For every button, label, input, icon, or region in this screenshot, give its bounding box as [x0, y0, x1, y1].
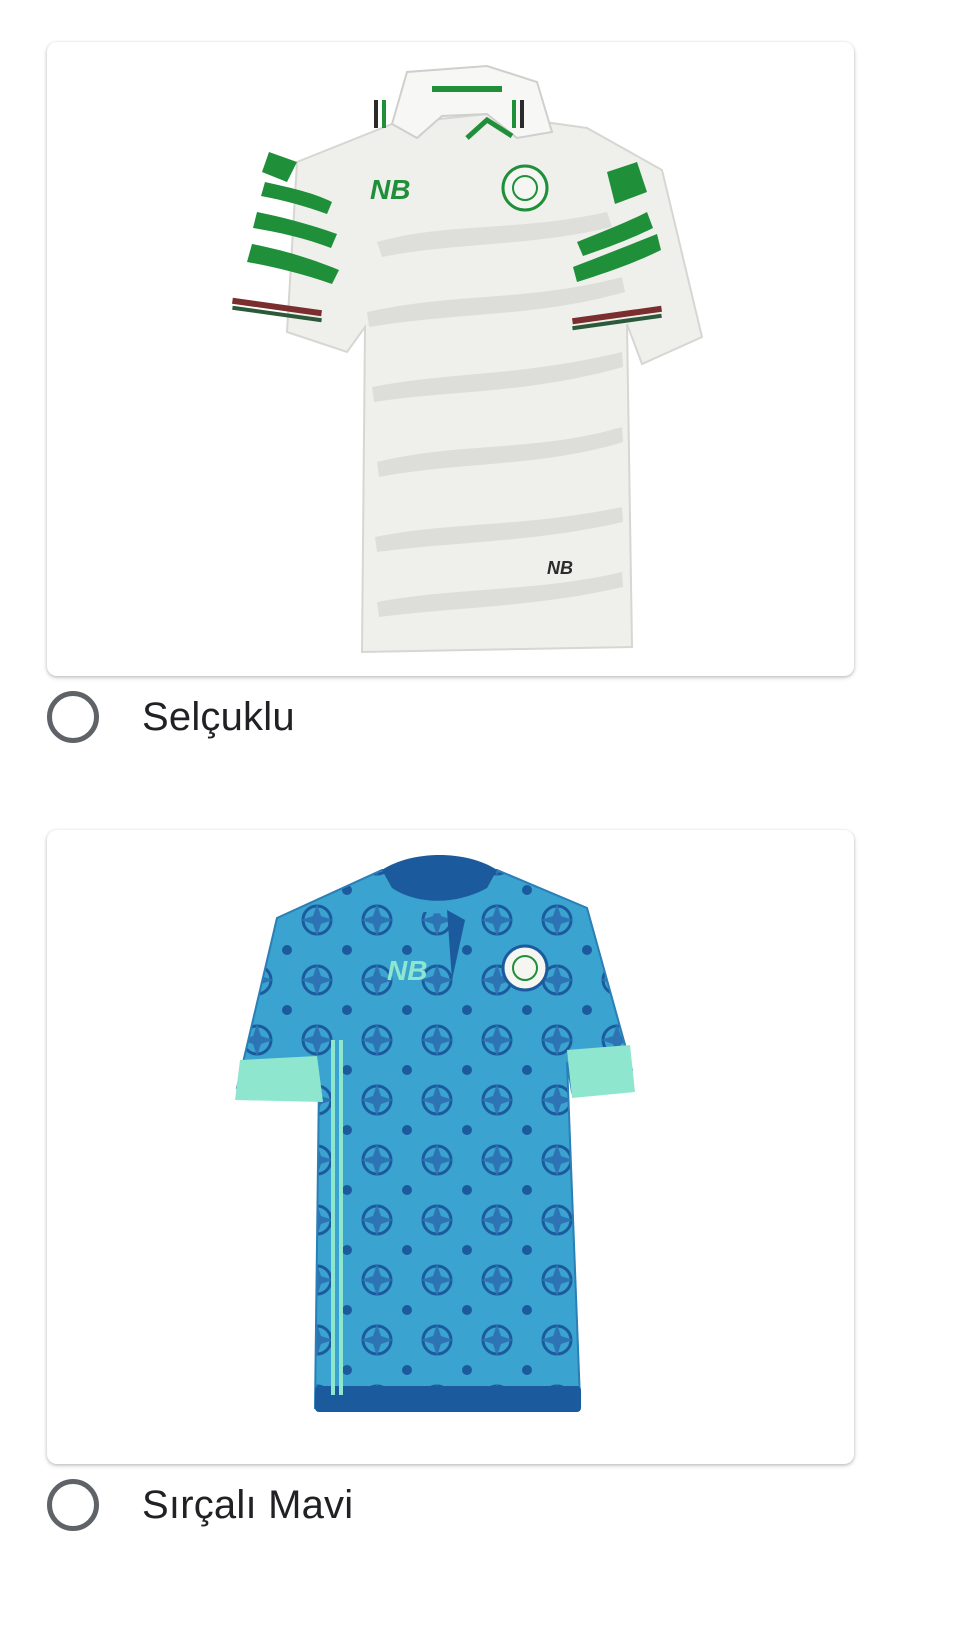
option-label-selcuklu: Selçuklu	[142, 694, 295, 739]
option-image-card-selcuklu[interactable]: NB NB	[47, 42, 854, 676]
option-selcuklu[interactable]: Selçuklu	[47, 685, 854, 749]
svg-text:NB: NB	[387, 955, 427, 986]
blue-pattern-jersey-image: NB	[235, 855, 635, 1412]
option-image-card-sircali-mavi[interactable]: NB	[47, 830, 854, 1464]
option-label-sircali-mavi: Sırçalı Mavi	[142, 1482, 354, 1527]
radio-button-selcuklu[interactable]	[47, 691, 99, 743]
svg-text:NB: NB	[547, 558, 573, 578]
white-green-jersey-image: NB NB	[232, 64, 704, 654]
option-sircali-mavi[interactable]: Sırçalı Mavi	[47, 1473, 854, 1537]
svg-text:NB: NB	[370, 174, 410, 205]
radio-button-sircali-mavi[interactable]	[47, 1479, 99, 1531]
